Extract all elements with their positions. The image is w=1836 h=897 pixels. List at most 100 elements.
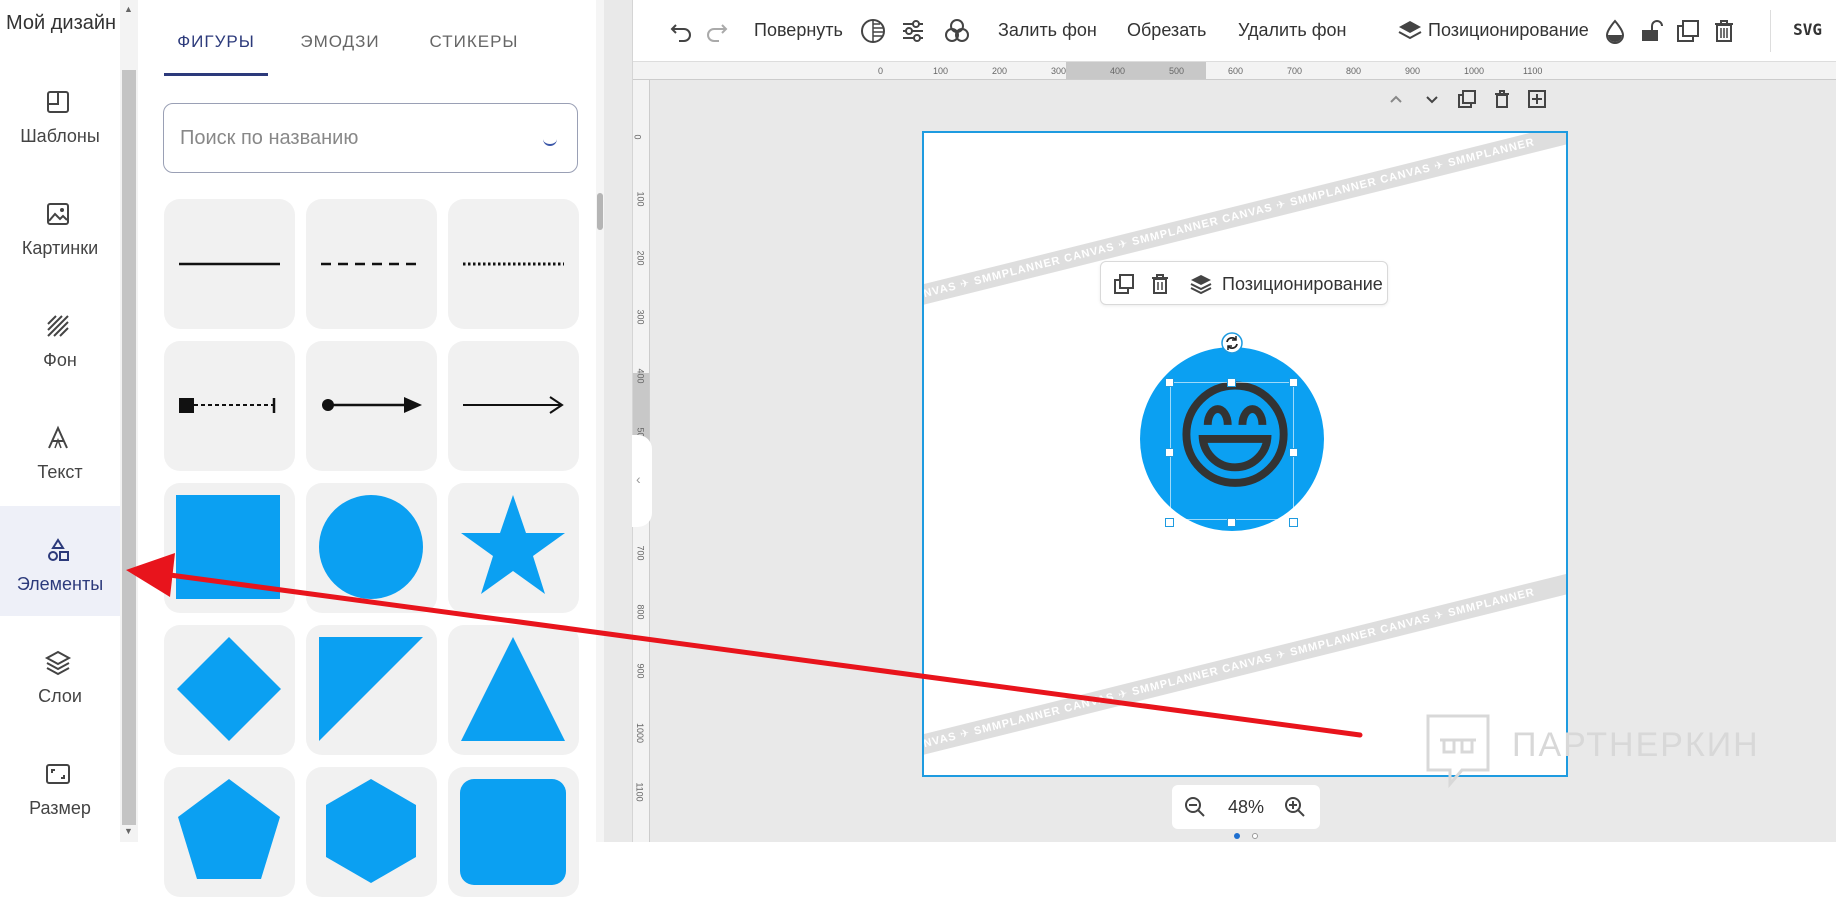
transparency-drop-icon[interactable] [1602, 18, 1628, 44]
scrollbar-thumb[interactable] [122, 70, 136, 825]
chevron-left-icon: ‹ [636, 471, 641, 487]
shape-dotted-line[interactable] [448, 199, 579, 329]
delete-page-icon[interactable] [1492, 89, 1512, 109]
remove-background-button[interactable]: Удалить фон [1238, 20, 1346, 41]
resize-handle[interactable] [1289, 378, 1298, 387]
panel-divider [632, 0, 633, 842]
duplicate-icon[interactable] [1675, 18, 1701, 44]
shape-star[interactable] [448, 483, 579, 613]
sidebar-item-elements[interactable]: Элементы [0, 506, 120, 616]
move-page-up-icon[interactable] [1386, 89, 1406, 109]
design-canvas[interactable]: CANVAS ✈ SMMPLANNER CANVAS ✈ SMMPLANNER … [922, 131, 1568, 777]
move-page-down-icon[interactable] [1422, 89, 1442, 109]
duplicate-icon[interactable] [1113, 273, 1135, 295]
shape-circle[interactable] [306, 483, 437, 613]
sidebar-item-background[interactable]: Фон [0, 282, 120, 392]
color-blend-icon[interactable] [944, 18, 970, 44]
sidebar-item-templates[interactable]: Шаблоны [0, 58, 120, 168]
scrollbar-thumb[interactable] [597, 193, 603, 230]
duplicate-page-icon[interactable] [1457, 89, 1477, 109]
collapse-panel-handle[interactable]: ‹ [632, 435, 652, 527]
undo-icon[interactable] [668, 18, 694, 44]
positioning-button[interactable]: Позиционирование [1428, 20, 1589, 41]
shape-hexagon[interactable] [306, 767, 437, 897]
shape-right-triangle[interactable] [306, 625, 437, 755]
redo-icon[interactable] [704, 18, 730, 44]
my-design-link[interactable]: Мой дизайн [6, 12, 116, 35]
sidebar-item-label: Шаблоны [20, 126, 100, 146]
horizontal-ruler: 0 100 200 300 400 500 600 700 800 900 10… [632, 62, 1836, 80]
resize-handle[interactable] [1165, 448, 1174, 457]
shape-triangle[interactable] [448, 625, 579, 755]
sidebar-item-layers[interactable]: Слои [0, 618, 120, 728]
ruler-tick: 0 [632, 134, 643, 140]
shape-solid-line[interactable] [164, 199, 295, 329]
fill-background-button[interactable]: Залить фон [998, 20, 1097, 41]
resize-handle[interactable] [1227, 518, 1236, 527]
ruler-selection-highlight [1066, 62, 1206, 79]
ruler-tick: 500 [1169, 66, 1185, 76]
shape-square-connector[interactable] [164, 341, 295, 471]
shape-diamond[interactable] [164, 625, 295, 755]
elements-panel: ФИГУРЫ ЭМОДЗИ СТИКЕРЫ Поиск по названию [138, 0, 604, 897]
search-placeholder: Поиск по названию [180, 127, 359, 149]
zoom-in-icon[interactable] [1284, 796, 1306, 818]
sidebar-scrollbar[interactable]: ▲ ▼ [120, 0, 138, 842]
image-icon [47, 203, 69, 225]
scroll-up-icon[interactable]: ▲ [124, 4, 133, 14]
ruler-tick: 900 [635, 663, 646, 679]
resize-handle[interactable] [1289, 518, 1298, 527]
layers-icon [1398, 21, 1422, 40]
sidebar-item-label: Картинки [21, 238, 99, 258]
selection-frame [1170, 382, 1294, 520]
tab-emoji[interactable]: ЭМОДЗИ [288, 28, 392, 76]
search-input[interactable]: Поиск по названию [163, 103, 578, 173]
resize-handle[interactable] [1227, 378, 1236, 387]
loading-spinner-icon [543, 132, 557, 146]
panel-scrollbar[interactable] [596, 0, 604, 842]
shape-dot-arrow[interactable] [306, 341, 437, 471]
shape-pentagon[interactable] [164, 767, 295, 897]
ruler-tick: 400 [1110, 66, 1126, 76]
shape-arrow[interactable] [448, 341, 579, 471]
template-icon [47, 91, 69, 113]
ruler-tick: 300 [635, 309, 646, 325]
ruler-tick: 1100 [1523, 66, 1543, 76]
sidebar-item-images[interactable]: Картинки [0, 170, 120, 280]
resize-handle[interactable] [1289, 448, 1298, 457]
background-hatch-icon [47, 315, 69, 337]
trash-icon[interactable] [1149, 273, 1171, 295]
resize-handle[interactable] [1165, 378, 1174, 387]
sidebar-item-label: Элементы [16, 574, 104, 594]
add-page-icon[interactable] [1527, 89, 1547, 109]
zoom-out-icon[interactable] [1184, 796, 1206, 818]
page-indicator[interactable] [1252, 833, 1258, 839]
rotate-handle-icon[interactable] [1220, 331, 1244, 355]
sidebar-item-label: Текст [37, 462, 83, 482]
tab-shapes[interactable]: ФИГУРЫ [164, 28, 268, 76]
positioning-button[interactable]: Позиционирование [1222, 274, 1383, 295]
toolbar-separator [1770, 10, 1771, 52]
trash-icon[interactable] [1711, 18, 1737, 44]
tab-stickers[interactable]: СТИКЕРЫ [414, 28, 534, 76]
ruler-tick: 1000 [1464, 66, 1485, 76]
editor-area: Повернуть Залить фон Обрезать Удалить фо… [604, 0, 1836, 842]
shape-dashed-line[interactable] [306, 199, 437, 329]
shape-square[interactable] [164, 483, 295, 613]
sidebar-item-size[interactable]: Размер [0, 730, 120, 840]
scroll-down-icon[interactable]: ▼ [124, 826, 133, 836]
sidebar-item-text[interactable]: Текст [0, 394, 120, 504]
resize-handle[interactable] [1165, 518, 1174, 527]
rotate-button[interactable]: Повернуть [754, 20, 843, 41]
brand-watermark: ПАРТНЕРКИН [1422, 712, 1758, 793]
ruler-tick: 300 [1051, 66, 1067, 76]
unlock-icon[interactable] [1638, 18, 1664, 44]
opacity-icon[interactable] [860, 18, 886, 44]
ruler-tick: 900 [1405, 66, 1421, 76]
zoom-control: 48% [1172, 785, 1320, 829]
page-indicator-active[interactable] [1234, 833, 1240, 839]
adjust-sliders-icon[interactable] [900, 18, 926, 44]
crop-button[interactable]: Обрезать [1127, 20, 1206, 41]
export-svg-button[interactable]: SVG [1793, 20, 1822, 39]
shape-rounded-square[interactable] [448, 767, 579, 897]
